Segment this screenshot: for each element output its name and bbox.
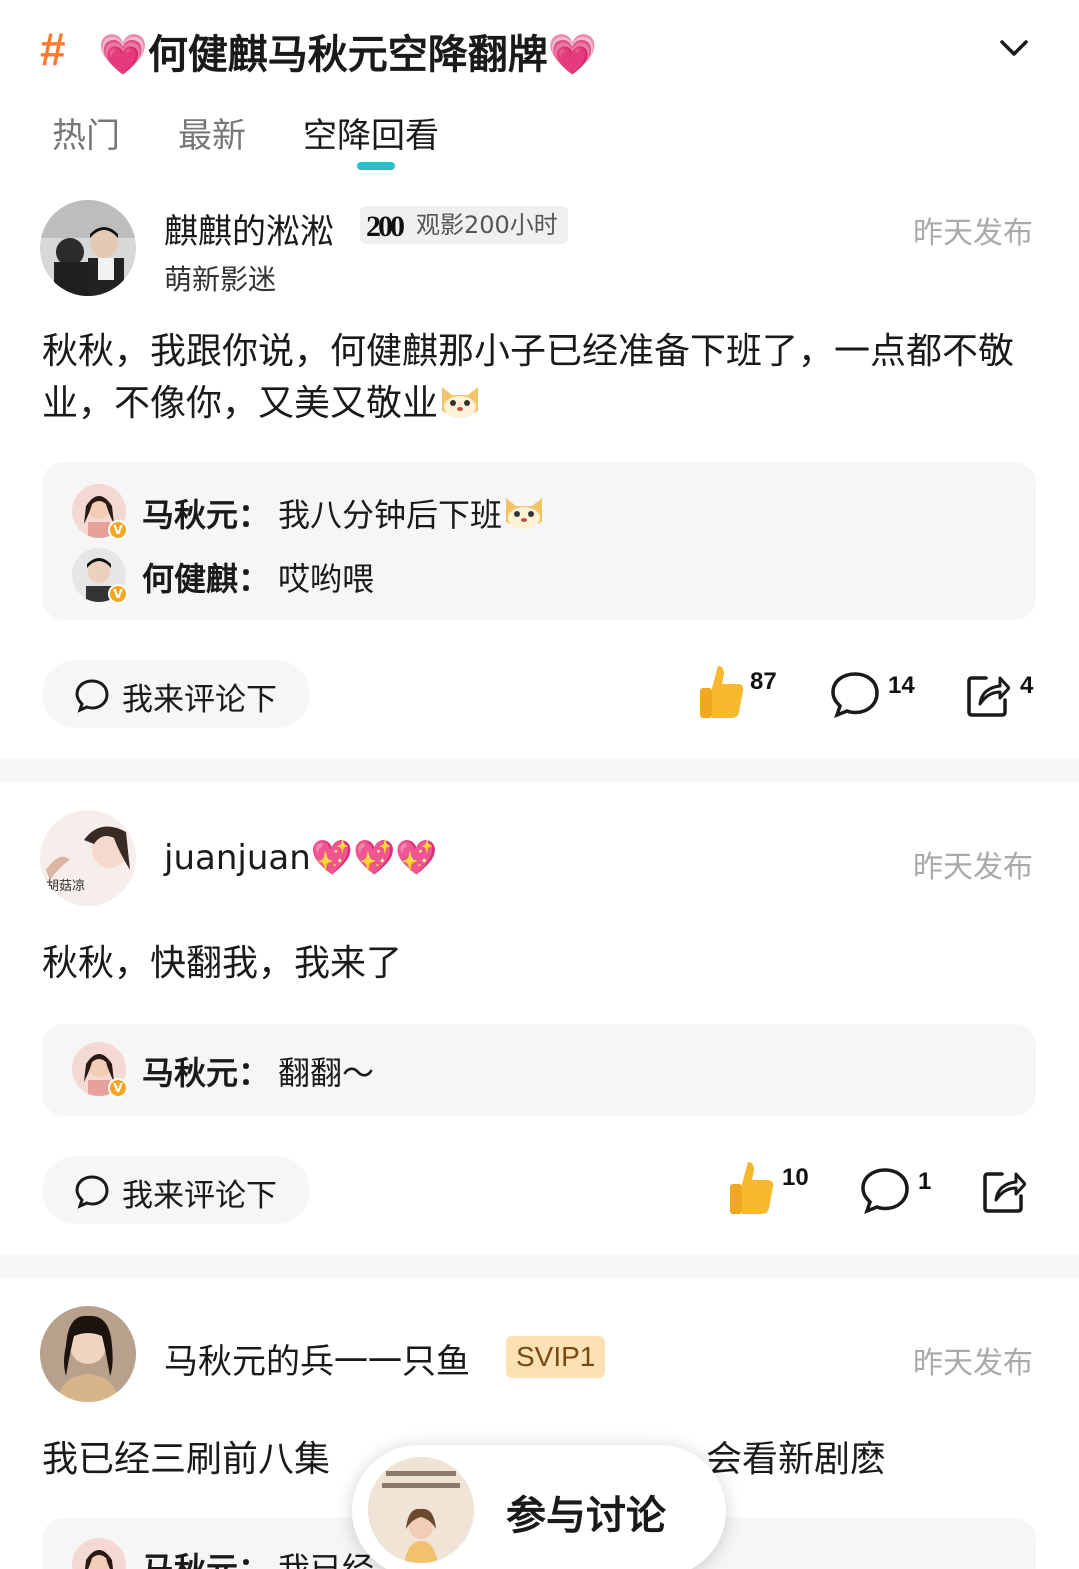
comment-bubble-icon (75, 679, 109, 713)
reply-author: 马秋元： (142, 496, 271, 534)
post-time: 昨天发布 (913, 216, 1033, 251)
tab-replay[interactable]: 空降回看 (303, 108, 439, 157)
heart-icon: 💗 (98, 32, 148, 78)
post-time: 昨天发布 (913, 1346, 1033, 1381)
username[interactable]: 麒麒的淞淞 (164, 204, 334, 253)
comment-bubble-icon (831, 672, 879, 719)
join-discussion-label: 参与讨论 (506, 1493, 666, 1539)
avatar (72, 1538, 126, 1569)
join-discussion-button[interactable]: 参与讨论 (352, 1445, 726, 1569)
comment-placeholder: 我来评论下 (122, 682, 277, 718)
reply-text: 我八分钟后下班 (278, 490, 546, 536)
share-icon (983, 1172, 1027, 1213)
verified-icon: V (108, 1078, 128, 1098)
hashtag-icon: # (40, 23, 66, 75)
topic-header: # 💗何健麒马秋元空降翻牌💗 (0, 0, 1079, 100)
reply-item: V 马秋元： 我八分钟后下班 (72, 484, 972, 540)
like-button[interactable]: 10 (728, 1160, 818, 1220)
comment-count: 14 (888, 672, 915, 699)
comment-input-button[interactable]: 我来评论下 (42, 1156, 310, 1224)
reply-item: V 马秋元： 翻翻～ (72, 1042, 972, 1098)
reply-text: 翻翻～ (278, 1054, 375, 1092)
topic-title: 💗何健麒马秋元空降翻牌💗 (98, 22, 598, 80)
avatar[interactable] (40, 200, 136, 296)
svg-text:胡菇凉: 胡菇凉 (46, 879, 85, 894)
like-count: 87 (750, 668, 777, 695)
tab-hot[interactable]: 热门 (52, 108, 120, 157)
comment-bubble-icon (75, 1175, 109, 1209)
cat-emoji-icon (506, 498, 543, 529)
thumbs-up-icon (700, 666, 744, 718)
username[interactable]: juanjuan💖💖💖 (164, 838, 438, 878)
badge-text: 观影200小时 (416, 211, 558, 239)
share-icon (967, 676, 1011, 717)
share-button[interactable] (982, 1168, 1032, 1228)
thumbs-up-icon (730, 1162, 774, 1214)
verified-icon: V (108, 520, 128, 540)
reply-text: 我已经 (278, 1550, 375, 1569)
post-content-left: 我已经三刷前八集 (42, 1439, 331, 1480)
svip-badge: SVIP1 (506, 1336, 606, 1378)
avatar[interactable] (40, 1306, 136, 1402)
reply-box[interactable]: V 马秋元： 我八分钟后下班 V 何健麒： 哎哟喂 (42, 462, 1036, 620)
reply-author: 马秋元： (142, 1550, 271, 1569)
active-tab-indicator (357, 162, 395, 170)
cat-emoji-icon (442, 387, 479, 418)
avatar (368, 1457, 474, 1563)
post-divider (0, 1254, 1079, 1278)
username[interactable]: 马秋元的兵一一只鱼 (164, 1334, 470, 1383)
comment-input-button[interactable]: 我来评论下 (42, 660, 310, 728)
post-content-right: 会看新剧麽 (706, 1439, 887, 1480)
topic-title-text: 何健麒马秋元空降翻牌 (147, 32, 548, 78)
reply-item: V 何健麒： 哎哟喂 (72, 548, 972, 604)
reply-author: 马秋元： (142, 1054, 271, 1092)
tab-bar: 热门 最新 空降回看 (0, 108, 1079, 178)
post-content: 秋秋，我跟你说，何健麒那小子已经准备下班了，一点都不敬业，不像你，又美又敬业 (42, 326, 1042, 430)
share-button[interactable]: 4 (966, 672, 1042, 732)
user-level: 萌新影迷 (164, 263, 277, 296)
reply-box[interactable]: V 马秋元： 翻翻～ (42, 1024, 1036, 1116)
sparkle-heart-icon: 💖💖💖 (310, 838, 438, 878)
heart-icon: 💗 (547, 32, 598, 78)
watch-hours-badge: 200 观影200小时 (360, 206, 568, 244)
avatar[interactable]: 胡菇凉 (40, 810, 136, 906)
reply-author: 何健麒： (142, 560, 271, 598)
comment-bubble-icon (861, 1168, 909, 1215)
like-button[interactable]: 87 (698, 664, 788, 724)
share-count: 4 (1020, 672, 1034, 699)
comment-placeholder: 我来评论下 (122, 1178, 277, 1214)
reply-text: 哎哟喂 (278, 560, 375, 598)
post-time: 昨天发布 (913, 850, 1033, 885)
badge-200-mark: 200 (366, 210, 405, 243)
post-divider (0, 758, 1079, 782)
comment-count-button[interactable]: 1 (860, 1166, 940, 1226)
chevron-down-icon[interactable] (996, 30, 1032, 66)
comment-count-button[interactable]: 14 (830, 670, 930, 730)
tab-latest[interactable]: 最新 (178, 108, 246, 157)
post-content: 秋秋，快翻我，我来了 (42, 943, 403, 984)
like-count: 10 (782, 1164, 809, 1191)
post-text: 秋秋，我跟你说，何健麒那小子已经准备下班了，一点都不敬业，不像你，又美又敬业 (42, 331, 1015, 424)
verified-icon: V (108, 584, 128, 604)
comment-count: 1 (918, 1168, 932, 1195)
